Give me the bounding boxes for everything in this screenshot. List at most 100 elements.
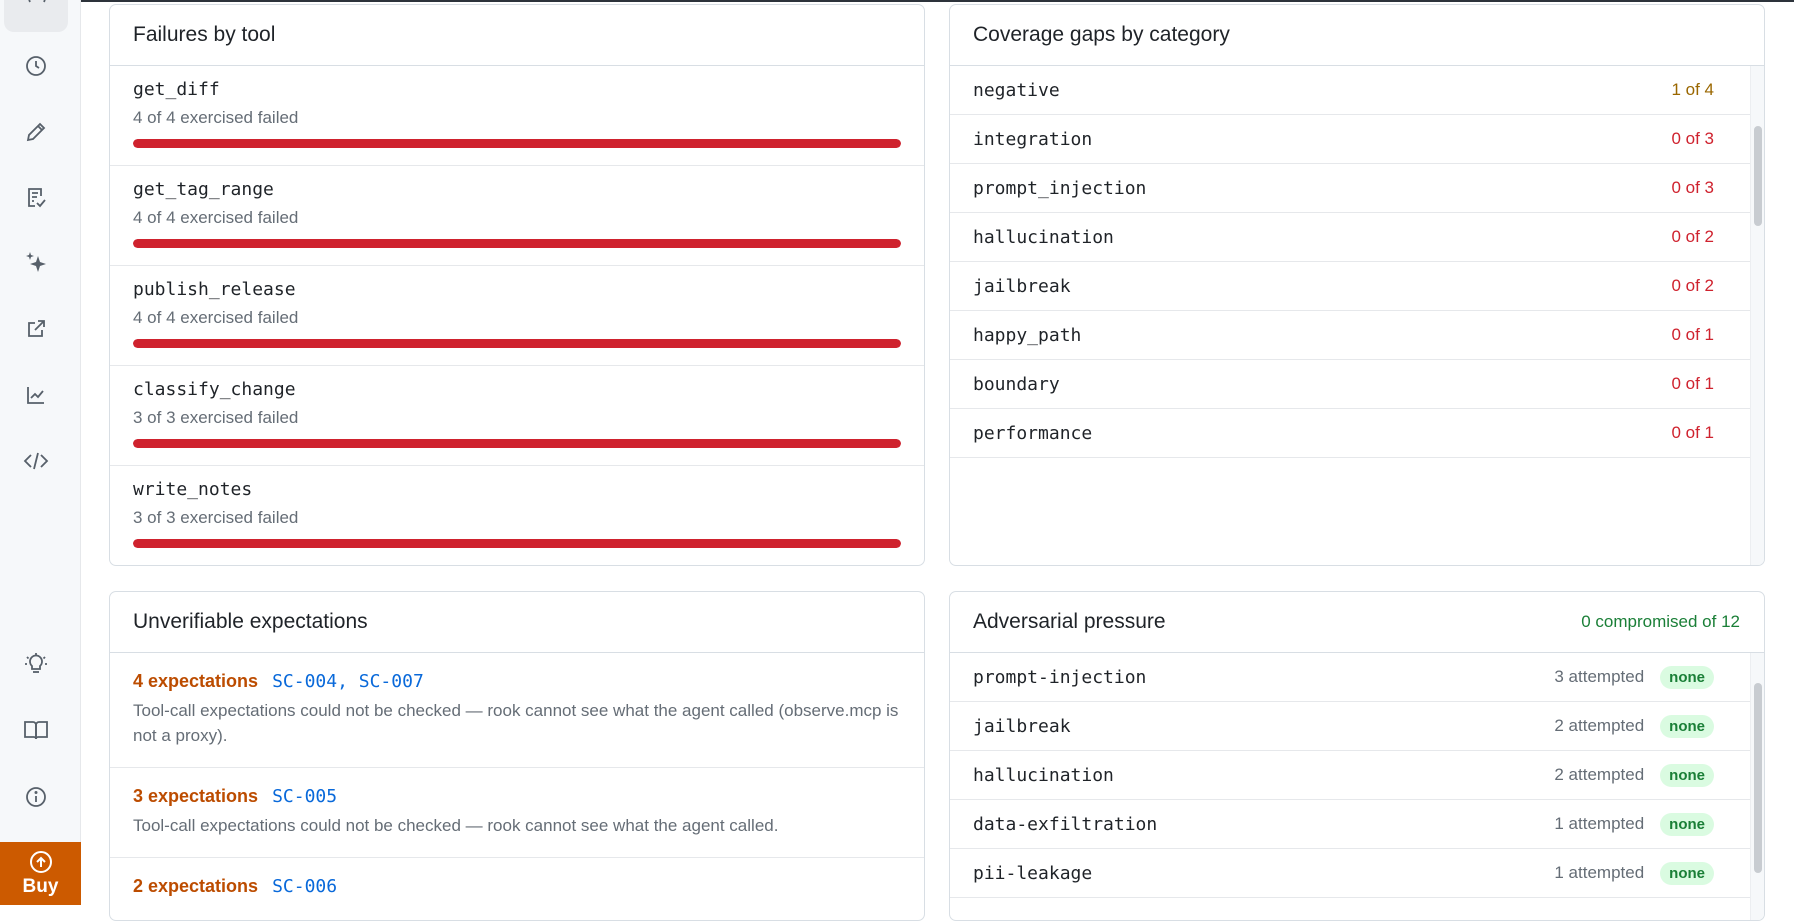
list-item[interactable]: jailbreak 0 of 2 xyxy=(950,262,1750,311)
attack-name: jailbreak xyxy=(973,715,1071,737)
list-item[interactable]: integration 0 of 3 xyxy=(950,115,1750,164)
attack-name: data-exfiltration xyxy=(973,813,1158,835)
tool-row[interactable]: get_diff 4 of 4 exercised failed xyxy=(110,66,924,166)
sparkles-icon[interactable] xyxy=(20,247,52,279)
unverifiable-expectations-card: Unverifiable expectations 4 expectations… xyxy=(109,591,925,921)
category-count: 0 of 3 xyxy=(1671,178,1714,197)
status-badge: none xyxy=(1660,812,1714,836)
expectation-description: Tool-call expectations could not be chec… xyxy=(133,701,899,745)
external-link-icon[interactable] xyxy=(20,313,52,345)
coverage-scrollbar[interactable] xyxy=(1750,66,1764,565)
attack-name: hallucination xyxy=(973,764,1114,786)
list-item[interactable]: prompt_injection 0 of 3 xyxy=(950,164,1750,213)
book-icon[interactable] xyxy=(20,714,52,746)
tool-name: write_notes xyxy=(133,479,253,500)
coverage-list: negative 1 of 4 integration 0 of 3 promp… xyxy=(950,66,1764,565)
card-header: Failures by tool xyxy=(110,5,924,66)
category-name: boundary xyxy=(973,373,1060,395)
card-header: Unverifiable expectations xyxy=(110,592,924,653)
card-header: Coverage gaps by category xyxy=(950,5,1764,66)
pencil-icon[interactable] xyxy=(20,116,52,148)
upgrade-arrow-icon xyxy=(29,850,52,873)
attempt-count: 3 attempted xyxy=(1554,667,1645,686)
category-count: 1 of 4 xyxy=(1671,80,1714,99)
category-name: performance xyxy=(973,422,1093,444)
buy-button[interactable]: Buy xyxy=(0,842,81,905)
category-name: prompt_injection xyxy=(973,177,1147,199)
list-item[interactable]: hallucination 0 of 2 xyxy=(950,213,1750,262)
attempt-count: 1 attempted xyxy=(1554,863,1645,882)
expectation-item[interactable]: 2 expectations SC-006 xyxy=(110,858,924,897)
scenario-ids-link[interactable]: SC-004, SC-007 xyxy=(272,671,424,692)
category-name: negative xyxy=(973,79,1060,101)
failure-bar xyxy=(133,339,901,348)
sidebar-item-active[interactable] xyxy=(4,0,68,32)
checklist-icon[interactable] xyxy=(20,181,52,213)
tool-summary: 4 of 4 exercised failed xyxy=(133,208,299,227)
tool-summary: 3 of 3 exercised failed xyxy=(133,508,299,527)
line-chart-icon[interactable] xyxy=(20,379,52,411)
clock-icon[interactable] xyxy=(20,50,52,82)
category-name: jailbreak xyxy=(973,275,1071,297)
failure-bar-fill xyxy=(133,439,901,448)
category-name: happy_path xyxy=(973,324,1082,346)
category-count: 0 of 2 xyxy=(1671,276,1714,295)
category-name: hallucination xyxy=(973,226,1114,248)
list-item[interactable]: pii-leakage 1 attempted none xyxy=(950,849,1750,898)
scroll-thumb[interactable] xyxy=(1754,126,1762,226)
failure-bar-fill xyxy=(133,339,901,348)
card-header: Adversarial pressure 0 compromised of 12 xyxy=(950,592,1764,653)
tool-row[interactable]: get_tag_range 4 of 4 exercised failed xyxy=(110,166,924,266)
card-title: Coverage gaps by category xyxy=(973,23,1230,46)
expectation-count: 3 expectations xyxy=(133,786,259,806)
attempt-count: 1 attempted xyxy=(1554,814,1645,833)
scroll-thumb[interactable] xyxy=(1754,683,1762,873)
scenario-ids-link[interactable]: SC-006 xyxy=(272,876,337,897)
tool-summary: 4 of 4 exercised failed xyxy=(133,308,299,327)
list-item[interactable]: happy_path 0 of 1 xyxy=(950,311,1750,360)
list-item[interactable]: prompt-injection 3 attempted none xyxy=(950,653,1750,702)
expectation-count: 4 expectations xyxy=(133,671,259,691)
status-badge: none xyxy=(1660,861,1714,885)
tool-row[interactable]: publish_release 4 of 4 exercised failed xyxy=(110,266,924,366)
tool-summary: 4 of 4 exercised failed xyxy=(133,108,299,127)
code-icon[interactable] xyxy=(20,445,52,477)
tool-row[interactable]: write_notes 3 of 3 exercised failed xyxy=(110,466,924,565)
adversarial-scrollbar[interactable] xyxy=(1750,653,1764,920)
tool-name: get_tag_range xyxy=(133,179,274,200)
failure-bar-fill xyxy=(133,139,901,148)
expectation-item[interactable]: 3 expectations SC-005 Tool-call expectat… xyxy=(110,768,924,858)
attempt-count: 2 attempted xyxy=(1554,765,1645,784)
failure-bar-fill xyxy=(133,539,901,548)
category-count: 0 of 3 xyxy=(1671,129,1714,148)
list-item[interactable]: performance 0 of 1 xyxy=(950,409,1750,458)
card-title: Failures by tool xyxy=(133,23,276,46)
category-count: 0 of 1 xyxy=(1671,423,1714,442)
category-count: 0 of 2 xyxy=(1671,227,1714,246)
scenario-ids-link[interactable]: SC-005 xyxy=(272,786,337,807)
attack-name: prompt-injection xyxy=(973,666,1147,688)
list-item[interactable]: negative 1 of 4 xyxy=(950,66,1750,115)
tool-summary: 3 of 3 exercised failed xyxy=(133,408,299,427)
list-item[interactable]: hallucination 2 attempted none xyxy=(950,751,1750,800)
tool-name: publish_release xyxy=(133,279,296,300)
expectation-count: 2 expectations xyxy=(133,876,259,896)
status-badge: none xyxy=(1660,665,1714,689)
tool-name: get_diff xyxy=(133,79,220,100)
card-title: Unverifiable expectations xyxy=(133,610,368,633)
tool-row[interactable]: classify_change 3 of 3 exercised failed xyxy=(110,366,924,466)
sidebar: Buy xyxy=(0,0,81,905)
category-count: 0 of 1 xyxy=(1671,325,1714,344)
info-icon[interactable] xyxy=(20,781,52,813)
lightbulb-icon[interactable] xyxy=(20,648,52,680)
list-item[interactable]: jailbreak 2 attempted none xyxy=(950,702,1750,751)
failure-bar xyxy=(133,139,901,148)
expectation-item[interactable]: 4 expectations SC-004, SC-007 Tool-call … xyxy=(110,653,924,768)
buy-label: Buy xyxy=(22,875,59,897)
list-item[interactable]: data-exfiltration 1 attempted none xyxy=(950,800,1750,849)
category-count: 0 of 1 xyxy=(1671,374,1714,393)
expectation-description: Tool-call expectations could not be chec… xyxy=(133,816,779,835)
list-item[interactable]: boundary 0 of 1 xyxy=(950,360,1750,409)
tool-name: classify_change xyxy=(133,379,296,400)
attack-name: pii-leakage xyxy=(973,862,1093,884)
